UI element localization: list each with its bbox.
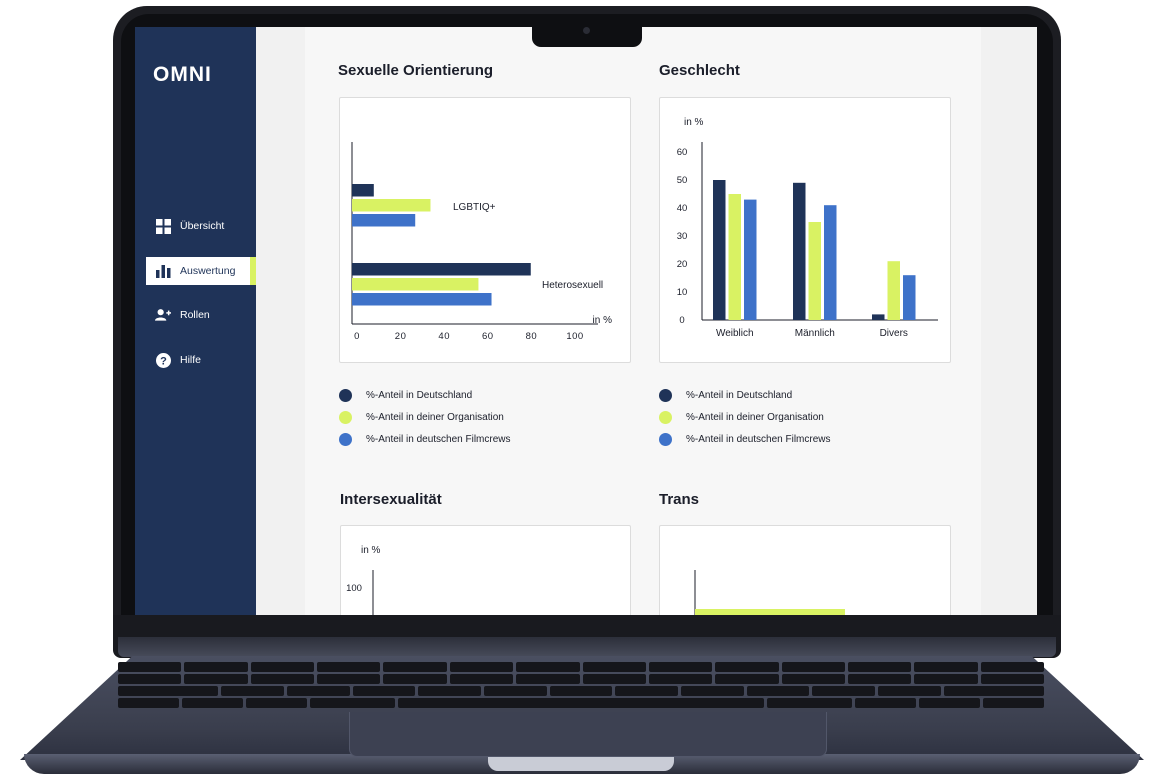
legend-dot-navy [659, 388, 672, 402]
legend-dot-blue [339, 432, 352, 446]
legend-label: %-Anteil in deiner Organisation [366, 411, 504, 423]
chart-card-gender: in % 0 10 20 30 40 50 60 Weiblich Männlich Divers [659, 97, 951, 363]
legend-orientation: %-Anteil in Deutschland %-Anteil in dein… [339, 384, 511, 450]
bar-1-1 [808, 222, 821, 320]
legend-dot-blue [659, 432, 672, 446]
legend-label: %-Anteil in Deutschland [686, 389, 793, 401]
app-logo: OMNI [153, 63, 212, 86]
category-label: Divers [880, 328, 908, 339]
y-axis-unit-label: in % [361, 545, 381, 556]
screen: OMNI Übersicht Auswertung Rollen ? Hilfe [135, 27, 1037, 615]
bar-2-0 [872, 314, 885, 320]
bar-2-1 [887, 261, 900, 320]
nav-label: Übersicht [180, 220, 225, 232]
legend-item: %-Anteil in Deutschland [659, 384, 831, 406]
bar-0-0 [352, 184, 374, 197]
laptop-front-notch [488, 757, 674, 771]
x-tick-label: 60 [482, 331, 494, 342]
bar-1-0 [793, 182, 806, 320]
section-title-gender: Geschlecht [659, 62, 740, 79]
legend-dot-lime [659, 410, 672, 424]
y-tick-label: 40 [677, 203, 688, 214]
intersex-chart: in % 100 [346, 545, 381, 615]
bar-2-2 [903, 275, 916, 320]
legend-label: %-Anteil in deutschen Filmcrews [686, 433, 831, 445]
chart-card-trans [659, 525, 951, 615]
bar-0-2 [352, 214, 416, 227]
bar-0-2 [744, 199, 757, 320]
bar-0-0 [713, 180, 726, 320]
bar-1-0 [352, 263, 531, 276]
bar-partial [695, 609, 845, 615]
y-tick-label: 0 [679, 315, 684, 326]
svg-text:?: ? [160, 355, 167, 367]
category-label: Männlich [795, 328, 835, 339]
legend-label: %-Anteil in deiner Organisation [686, 411, 824, 423]
help-icon: ? [155, 352, 171, 368]
category-label: LGBTIQ+ [453, 202, 496, 213]
x-tick-label: 20 [395, 331, 407, 342]
legend-label: %-Anteil in Deutschland [366, 389, 473, 401]
nav-label: Auswertung [180, 265, 236, 277]
bar-1-2 [824, 205, 837, 320]
x-tick-label: 0 [354, 331, 360, 342]
legend-item: %-Anteil in deutschen Filmcrews [339, 428, 511, 450]
y-tick-label: 50 [677, 175, 688, 186]
category-label: Weiblich [716, 328, 754, 339]
y-tick-label: 30 [677, 231, 688, 242]
add-user-icon [155, 307, 171, 323]
y-axis-unit-label: in % [684, 117, 704, 128]
nav-label: Hilfe [180, 354, 202, 366]
trans-chart [694, 570, 845, 615]
nav-item-uebersicht[interactable]: Übersicht [146, 212, 256, 240]
legend-item: %-Anteil in deutschen Filmcrews [659, 428, 831, 450]
legend-item: %-Anteil in deiner Organisation [339, 406, 511, 428]
legend-dot-lime [339, 410, 352, 424]
x-tick-label: 40 [438, 331, 450, 342]
gender-chart: in % 0 10 20 30 40 50 60 Weiblich Männlich Divers [677, 117, 938, 339]
legend-gender: %-Anteil in Deutschland %-Anteil in dein… [659, 384, 831, 450]
camera-notch [532, 27, 642, 47]
bar-1-2 [352, 293, 492, 306]
orientation-chart: 0 20 40 60 80 100 in % LGBTIQ+ Heterosexuell [351, 142, 613, 342]
trackpad [349, 712, 827, 757]
nav-item-rollen[interactable]: Rollen [146, 301, 256, 329]
nav-item-hilfe[interactable]: ? Hilfe [146, 346, 256, 374]
y-tick-label: 20 [677, 259, 688, 270]
keyboard [118, 660, 1045, 714]
y-tick-label: 100 [346, 583, 362, 594]
sidebar: OMNI Übersicht Auswertung Rollen ? Hilfe [135, 27, 256, 615]
chart-card-orientation: 0 20 40 60 80 100 in % LGBTIQ+ Heterosexuell [339, 97, 631, 363]
y-tick-label: 60 [677, 147, 688, 158]
section-title-trans: Trans [659, 491, 700, 508]
legend-item: %-Anteil in deiner Organisation [659, 406, 831, 428]
legend-dot-navy [339, 388, 352, 402]
nav-label: Rollen [180, 309, 210, 321]
bar-0-1 [728, 194, 741, 320]
section-title-orientation: Sexuelle Orientierung [338, 62, 494, 79]
x-tick-label: 80 [526, 331, 538, 342]
bar-0-1 [352, 199, 431, 212]
section-title-intersex: Intersexualität [340, 491, 442, 508]
x-tick-label: 100 [566, 331, 583, 342]
grid-icon [155, 218, 171, 234]
laptop-hinge [118, 637, 1056, 657]
y-tick-label: 10 [677, 287, 688, 298]
x-axis-unit-label: in % [593, 315, 613, 326]
bar-chart-icon [155, 263, 171, 279]
main-content: Sexuelle Orientierung Geschlecht Interse… [305, 27, 981, 615]
legend-item: %-Anteil in Deutschland [339, 384, 511, 406]
bar-1-1 [352, 278, 479, 291]
legend-label: %-Anteil in deutschen Filmcrews [366, 433, 511, 445]
nav-item-auswertung[interactable]: Auswertung [146, 257, 256, 285]
camera-icon [583, 27, 590, 34]
chart-card-intersex: in % 100 [340, 525, 631, 615]
category-label: Heterosexuell [542, 280, 603, 291]
